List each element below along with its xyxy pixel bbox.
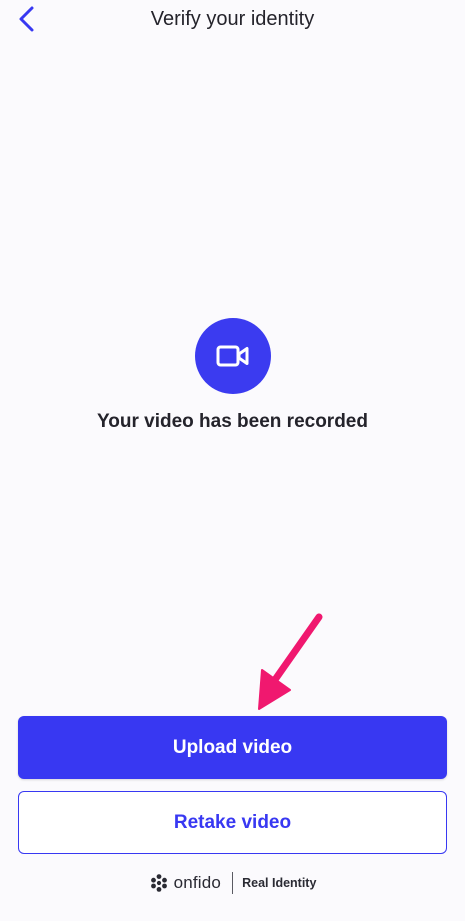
onfido-mark-icon	[150, 874, 167, 892]
video-status-badge	[194, 318, 271, 394]
video-camera-icon	[216, 345, 248, 367]
status-message: Your video has been recorded	[96, 411, 368, 432]
brand-tagline: Real Identity	[242, 876, 317, 890]
onfido-logo: onfido	[149, 873, 222, 893]
annotation-arrow	[258, 613, 323, 710]
recording-status: Your video has been recorded	[0, 318, 465, 433]
footer-divider	[232, 872, 234, 894]
page-title: Verify your identity	[150, 8, 315, 30]
retake-video-button[interactable]: Retake video	[18, 791, 447, 854]
footer: onfido Real Identity	[0, 872, 465, 894]
header-bar: Verify your identity	[0, 0, 465, 44]
upload-video-button[interactable]: Upload video	[18, 716, 447, 779]
brand-name: onfido	[173, 873, 222, 892]
